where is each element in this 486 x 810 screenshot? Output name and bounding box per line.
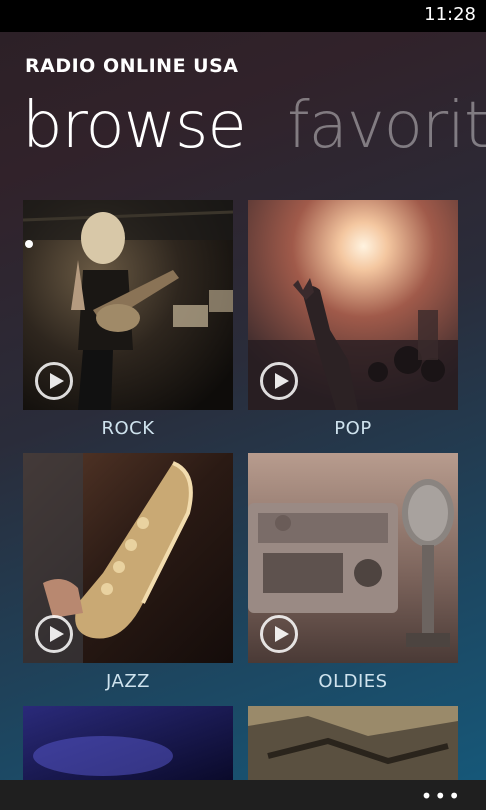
pivot-header: browse favorite <box>22 86 486 166</box>
genre-image-partial-right[interactable] <box>248 706 458 780</box>
status-bar: 11:28 <box>0 0 486 32</box>
more-dots-icon[interactable]: ••• <box>421 784 462 808</box>
genre-image-rock[interactable] <box>23 200 233 410</box>
pivot-tab-browse[interactable]: browse <box>22 89 247 163</box>
genre-label-pop: POP <box>334 418 372 439</box>
play-icon[interactable] <box>35 362 73 400</box>
genre-image-partial-left[interactable] <box>23 706 233 780</box>
genre-image-pop[interactable] <box>248 200 458 410</box>
status-time: 11:28 <box>424 4 476 25</box>
play-icon[interactable] <box>35 615 73 653</box>
play-icon[interactable] <box>260 362 298 400</box>
play-icon[interactable] <box>260 615 298 653</box>
app-title: RADIO ONLINE USA <box>25 55 239 77</box>
genre-image-jazz[interactable] <box>23 453 233 663</box>
genre-label-rock: ROCK <box>101 418 155 439</box>
genre-image-oldies[interactable] <box>248 453 458 663</box>
app-bar: ••• <box>0 780 486 810</box>
genre-label-oldies: OLDIES <box>318 671 388 692</box>
genre-label-jazz: JAZZ <box>106 671 150 692</box>
pivot-tab-favorite[interactable]: favorite <box>287 89 486 163</box>
